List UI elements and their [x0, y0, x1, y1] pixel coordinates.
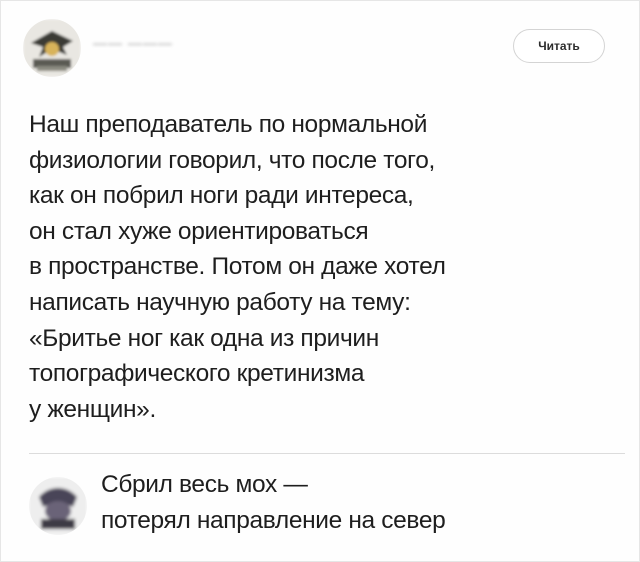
post-card: —— ——— Читать Наш преподаватель по норма… — [0, 0, 640, 562]
author-name[interactable]: —— ——— — [93, 35, 173, 51]
post-text-line: в пространстве. Потом он даже хотел — [29, 253, 446, 281]
divider — [29, 453, 625, 454]
follow-button[interactable]: Читать — [513, 29, 605, 63]
reply-text-line: потерял направление на север — [101, 507, 446, 534]
post-text-line: написать научную работу на тему: — [29, 288, 411, 316]
post-text: Наш преподаватель по нормальной физиолог… — [29, 107, 589, 427]
reply-text-line: Сбрил весь мох — — [101, 471, 308, 498]
post-text-line: «Бритье ног как одна из причин — [29, 324, 379, 352]
post-text-line: как он побрил ноги ради интереса, — [29, 182, 414, 210]
reply-text: Сбрил весь мох — потерял направление на … — [101, 467, 446, 539]
reply-avatar-icon[interactable] — [29, 477, 87, 535]
reply-item: Сбрил весь мох — потерял направление на … — [29, 467, 619, 555]
post-text-line: у женщин». — [29, 395, 156, 423]
post-header: —— ——— Читать — [23, 15, 623, 81]
post-text-line: он стал хуже ориентироваться — [29, 217, 369, 245]
post-text-line: Наш преподаватель по нормальной — [29, 111, 428, 138]
post-text-line: топографического кретинизма — [29, 360, 365, 388]
author-avatar-icon[interactable] — [23, 19, 81, 77]
post-text-line: физиологии говорил, что после того, — [29, 146, 435, 174]
